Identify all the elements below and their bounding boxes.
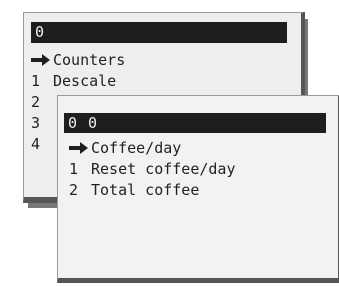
menu-item-label: Coffee/day xyxy=(91,139,182,157)
menu-item-reset-coffee-day[interactable]: 1 Reset coffee/day xyxy=(69,159,236,179)
menu-item-number: 2 xyxy=(69,181,79,199)
menu-item-label: Counters xyxy=(53,51,126,69)
right-arrow-icon xyxy=(31,54,53,66)
menu-item-label: Reset coffee/day xyxy=(91,160,236,178)
menu-item-number: 1 xyxy=(31,72,41,90)
menu-item-number: 2 xyxy=(31,93,41,111)
menu-item-counters[interactable]: Counters xyxy=(31,50,125,70)
menu-item-number: 1 xyxy=(69,160,79,178)
menu-item-label: Total coffee xyxy=(91,181,200,199)
menu-item-label: Descale xyxy=(53,72,117,90)
right-arrow-icon xyxy=(69,142,91,154)
menu-item-3[interactable]: 3 xyxy=(31,113,53,133)
menu-item-number: 3 xyxy=(31,114,41,132)
menu-path-header: 0 0 xyxy=(64,113,326,133)
counters-submenu-screen: 0 0 Coffee/day 1 Reset coffee/day 2 Tota… xyxy=(57,95,339,283)
menu-item-4[interactable]: 4 xyxy=(31,134,53,154)
menu-item-descale[interactable]: 1 Descale xyxy=(31,71,116,91)
menu-item-2[interactable]: 2 xyxy=(31,92,53,112)
menu-item-total-coffee[interactable]: 2 Total coffee xyxy=(69,180,199,200)
menu-item-coffee-day[interactable]: Coffee/day xyxy=(69,138,181,158)
menu-path-header: 0 xyxy=(31,22,287,43)
menu-item-number: 4 xyxy=(31,135,41,153)
